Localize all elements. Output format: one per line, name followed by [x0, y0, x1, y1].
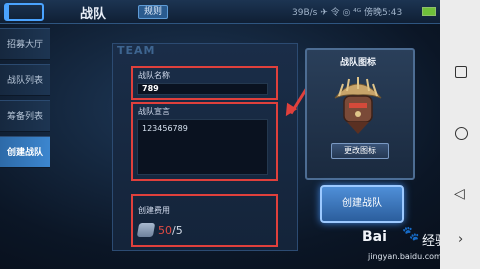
- cost-current: 50: [158, 224, 172, 237]
- paw-icon: 🐾: [402, 226, 420, 242]
- helmet-emblem-icon: [334, 77, 382, 134]
- creation-cost-value: 50/5: [158, 224, 183, 237]
- sidebar-item-recruit-hall[interactable]: 招募大厅: [0, 28, 50, 60]
- team-declaration-input[interactable]: 123456789: [137, 119, 268, 175]
- team-watermark-text: TEAM: [117, 44, 156, 57]
- page-title: 战队: [80, 7, 107, 22]
- creation-cost-label: 创建费用: [138, 206, 170, 215]
- team-name-label: 战队名称: [138, 71, 170, 80]
- sidebar-item-team-list[interactable]: 战队列表: [0, 64, 50, 96]
- chevron-right-icon[interactable]: ›: [458, 232, 463, 247]
- team-icon-title: 战队图标: [340, 58, 377, 68]
- back-triangle-icon[interactable]: ◁: [454, 186, 465, 202]
- baidu-logo-text: Bai: [362, 229, 387, 245]
- cost-total: 5: [175, 224, 183, 237]
- top-bar: 战队 规则 39B/s ✈ 令 ◎ ⁴ᴳ 傍晚5:43: [0, 0, 440, 24]
- recents-icon[interactable]: [455, 66, 467, 78]
- team-name-input[interactable]: 789: [137, 83, 268, 95]
- home-icon[interactable]: [455, 127, 468, 140]
- change-icon-button[interactable]: 更改图标: [331, 143, 389, 159]
- sidebar-item-prep-list[interactable]: 筹备列表: [0, 100, 50, 132]
- team-declaration-label: 战队宣言: [138, 107, 170, 116]
- status-bar-text: 39B/s ✈ 令 ◎ ⁴ᴳ 傍晚5:43: [292, 8, 403, 18]
- battery-icon: [422, 7, 436, 16]
- rules-button[interactable]: 规则: [138, 5, 168, 19]
- highlight-box-cost: [131, 194, 278, 247]
- sidebar-item-create-team[interactable]: 创建战队: [0, 136, 50, 168]
- ticket-icon: [136, 223, 156, 237]
- create-team-button[interactable]: 创建战队: [320, 185, 404, 223]
- watermark-url: jingyan.baidu.com: [368, 252, 442, 261]
- sidebar: 招募大厅 战队列表 筹备列表 创建战队: [0, 28, 50, 172]
- back-icon[interactable]: [4, 3, 44, 21]
